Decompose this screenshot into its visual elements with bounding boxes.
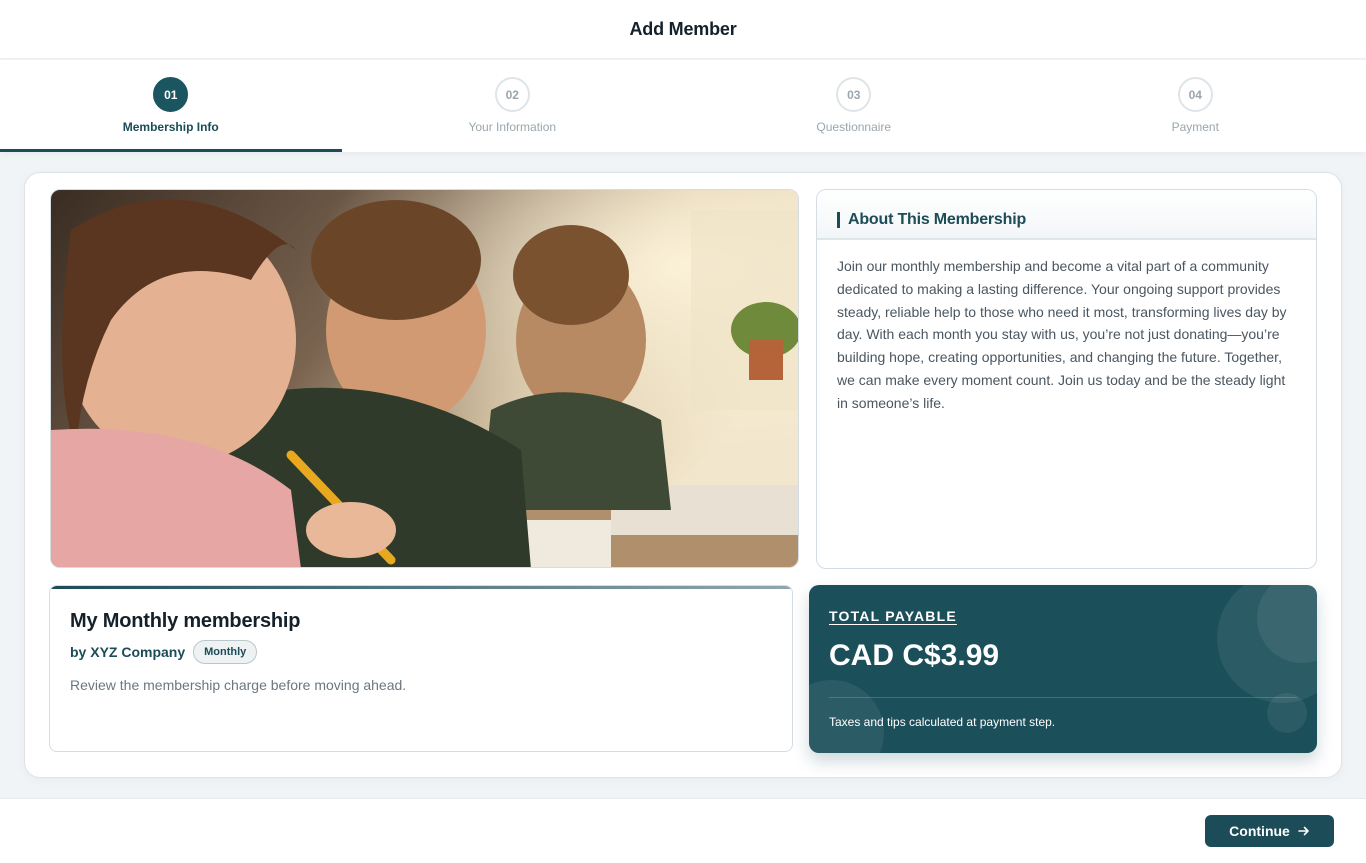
about-title: About This Membership	[848, 211, 1027, 228]
progress-stepper: 01 Membership Info 02 Your Information 0…	[0, 60, 1366, 152]
about-header: About This Membership	[817, 190, 1316, 240]
step-number: 03	[836, 77, 872, 112]
step-number: 01	[153, 77, 189, 112]
membership-byline: by XYZ Company Monthly	[70, 640, 258, 664]
tax-note: Taxes and tips calculated at payment ste…	[829, 715, 1056, 729]
company-name: by XYZ Company	[70, 644, 186, 660]
page-header: Add Member	[0, 0, 1366, 59]
membership-name: My Monthly membership	[70, 610, 301, 632]
continue-button[interactable]: Continue	[1205, 815, 1334, 847]
step-label: Membership Info	[122, 120, 219, 134]
page-title: Add Member	[629, 18, 737, 39]
about-membership-panel: About This Membership Join our monthly m…	[816, 189, 1317, 569]
frequency-badge: Monthly	[193, 640, 258, 664]
total-amount: CAD C$3.99	[829, 639, 1000, 672]
continue-label: Continue	[1229, 823, 1290, 839]
step-your-information[interactable]: 02 Your Information	[342, 60, 684, 152]
total-label: TOTAL PAYABLE	[829, 608, 957, 624]
footer-bar	[0, 798, 1366, 863]
divider	[829, 697, 1297, 698]
step-label: Payment	[1171, 120, 1219, 134]
about-description: Join our monthly membership and become a…	[837, 258, 1287, 411]
membership-description: Review the membership charge before movi…	[70, 677, 407, 693]
decor-circle	[1267, 693, 1307, 733]
step-label: Your Information	[468, 120, 557, 134]
step-label: Questionnaire	[816, 120, 892, 134]
step-payment[interactable]: 04 Payment	[1025, 60, 1366, 152]
step-number: 02	[494, 77, 530, 112]
membership-summary: My Monthly membership by XYZ Company Mon…	[49, 585, 793, 752]
accent-line	[50, 586, 792, 589]
step-questionnaire[interactable]: 03 Questionnaire	[683, 60, 1025, 152]
accent-bar	[837, 212, 840, 228]
arrow-right-icon	[1298, 826, 1309, 836]
membership-photo	[50, 189, 799, 568]
total-payable-panel: TOTAL PAYABLE CAD C$3.99 Taxes and tips …	[809, 585, 1317, 753]
step-membership-info[interactable]: 01 Membership Info	[0, 60, 342, 152]
step-number: 04	[1177, 77, 1213, 112]
